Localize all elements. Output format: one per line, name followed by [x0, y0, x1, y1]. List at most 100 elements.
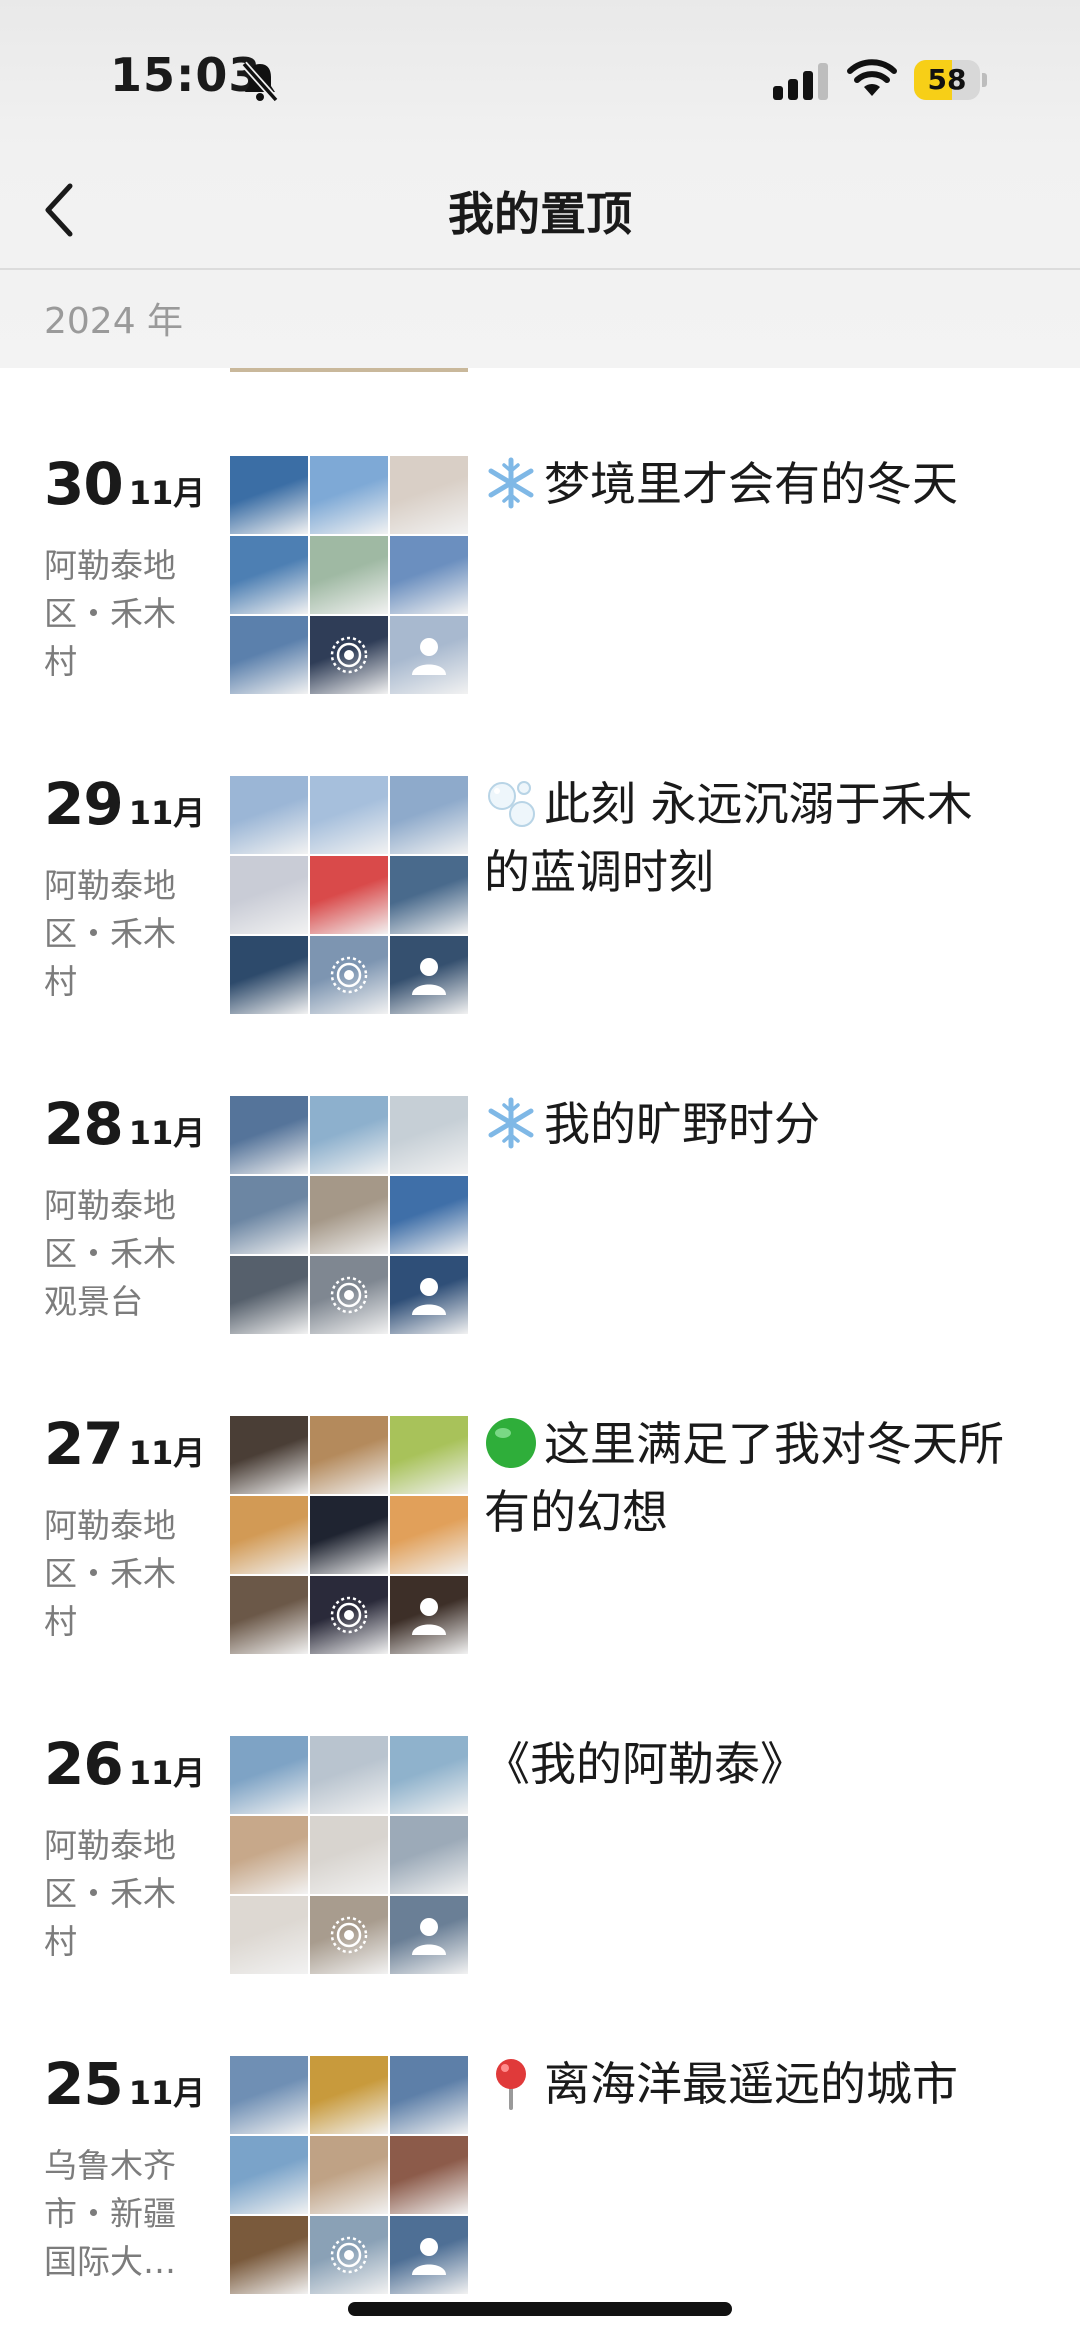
photo-thumbnail[interactable] — [230, 1496, 308, 1574]
live-photo-icon — [330, 956, 368, 994]
photo-thumbnail[interactable] — [390, 536, 468, 614]
live-photo-icon — [330, 1916, 368, 1954]
pinned-post[interactable]: 30 11月 阿勒泰地区・禾木村 梦境里才会有的冬天 — [0, 450, 1080, 770]
photo-thumbnail[interactable] — [390, 2056, 468, 2134]
photo-grid[interactable] — [230, 1416, 468, 1654]
photo-grid[interactable] — [230, 776, 468, 1014]
post-date: 27 11月 — [44, 1410, 205, 1478]
post-month: 11月 — [128, 1114, 206, 1152]
photo-thumbnail[interactable] — [310, 616, 388, 694]
post-caption[interactable]: 我的旷野时分 — [484, 1090, 1004, 1158]
green-circle-icon — [484, 1416, 538, 1470]
photo-thumbnail[interactable] — [310, 2216, 388, 2294]
photo-thumbnail[interactable] — [310, 1096, 388, 1174]
photo-thumbnail[interactable] — [390, 456, 468, 534]
pinned-post-list[interactable]: 30 11月 阿勒泰地区・禾木村 梦境里才会有的冬天 29 11月 阿勒泰地区・禾木村 此刻 … — [0, 364, 1080, 2341]
post-caption[interactable]: 离海洋最遥远的城市 — [484, 2050, 1004, 2118]
photo-thumbnail[interactable] — [310, 1736, 388, 1814]
post-caption[interactable]: 梦境里才会有的冬天 — [484, 450, 1004, 518]
post-date: 26 11月 — [44, 1730, 205, 1798]
post-caption[interactable]: 此刻 永远沉溺于禾木的蓝调时刻 — [484, 770, 1004, 906]
photo-grid[interactable] — [230, 456, 468, 694]
photo-thumbnail[interactable] — [390, 2216, 468, 2294]
pinned-post[interactable]: 26 11月 阿勒泰地区・禾木村 《我的阿勒泰》 — [0, 1730, 1080, 2050]
photo-thumbnail[interactable] — [230, 616, 308, 694]
photo-thumbnail[interactable] — [390, 1416, 468, 1494]
post-month: 11月 — [128, 1754, 206, 1792]
pinned-post[interactable]: 25 11月 乌鲁木齐市・新疆国际大… 离海洋最遥远的城市 — [0, 2050, 1080, 2341]
photo-thumbnail[interactable] — [230, 1096, 308, 1174]
photo-thumbnail[interactable] — [310, 1176, 388, 1254]
post-day: 25 — [44, 2050, 124, 2118]
photo-thumbnail[interactable] — [230, 2136, 308, 2214]
page-title: 我的置顶 — [448, 187, 632, 241]
photo-thumbnail[interactable] — [230, 2056, 308, 2134]
photo-thumbnail[interactable] — [310, 1576, 388, 1654]
photo-thumbnail[interactable] — [310, 2056, 388, 2134]
photo-thumbnail[interactable] — [230, 1896, 308, 1974]
photo-thumbnail[interactable] — [230, 1256, 308, 1334]
person-silhouette-icon — [412, 1918, 446, 1955]
photo-thumbnail[interactable] — [230, 776, 308, 854]
post-month: 11月 — [128, 2074, 206, 2112]
photo-thumbnail[interactable] — [230, 1416, 308, 1494]
photo-thumbnail[interactable] — [390, 776, 468, 854]
photo-thumbnail[interactable] — [390, 856, 468, 934]
photo-thumbnail[interactable] — [390, 1496, 468, 1574]
pinned-post[interactable]: 28 11月阿勒泰地区・禾木观景台 我的旷野时分 — [0, 1090, 1080, 1410]
photo-thumbnail[interactable] — [310, 1816, 388, 1894]
photo-thumbnail[interactable] — [310, 536, 388, 614]
post-date: 30 11月 — [44, 450, 205, 518]
photo-thumbnail[interactable] — [390, 1816, 468, 1894]
post-date: 28 11月 — [44, 1090, 205, 1158]
live-photo-icon — [330, 1596, 368, 1634]
photo-grid[interactable] — [230, 1736, 468, 1974]
photo-thumbnail[interactable] — [230, 1816, 308, 1894]
post-date: 25 11月 — [44, 2050, 205, 2118]
photo-thumbnail[interactable] — [310, 776, 388, 854]
photo-thumbnail[interactable] — [390, 616, 468, 694]
post-caption[interactable]: 《我的阿勒泰》 — [484, 1730, 1004, 1798]
pinned-post[interactable]: 29 11月 阿勒泰地区・禾木村 此刻 永远沉溺于禾木的蓝调时刻 — [0, 770, 1080, 1090]
photo-thumbnail[interactable] — [390, 1256, 468, 1334]
photo-thumbnail[interactable] — [390, 1896, 468, 1974]
post-month: 11月 — [128, 1434, 206, 1472]
photo-thumbnail[interactable] — [230, 2216, 308, 2294]
photo-thumbnail[interactable] — [390, 936, 468, 1014]
photo-thumbnail[interactable] — [310, 936, 388, 1014]
photo-thumbnail[interactable] — [390, 2136, 468, 2214]
photo-thumbnail[interactable] — [230, 536, 308, 614]
photo-thumbnail[interactable] — [310, 1896, 388, 1974]
battery-percent: 58 — [927, 63, 967, 96]
photo-thumbnail[interactable] — [310, 2136, 388, 2214]
photo-thumbnail[interactable] — [310, 1496, 388, 1574]
photo-thumbnail[interactable] — [310, 456, 388, 534]
battery-indicator: 58 — [914, 60, 988, 100]
home-indicator[interactable] — [348, 2302, 732, 2316]
photo-thumbnail[interactable] — [230, 456, 308, 534]
person-silhouette-icon — [412, 2238, 446, 2275]
post-location: 阿勒泰地区・禾木观景台 — [44, 1186, 176, 1321]
photo-thumbnail[interactable] — [230, 936, 308, 1014]
photo-thumbnail[interactable] — [310, 1416, 388, 1494]
header: 15:03 58 我的置顶 2024 年 — [0, 0, 1080, 368]
post-caption[interactable]: 这里满足了我对冬天所有的幻想 — [484, 1410, 1004, 1546]
post-day: 29 — [44, 770, 124, 838]
photo-thumbnail[interactable] — [390, 1576, 468, 1654]
photo-thumbnail[interactable] — [230, 856, 308, 934]
photo-thumbnail[interactable] — [310, 1256, 388, 1334]
photo-grid[interactable] — [230, 1096, 468, 1334]
photo-thumbnail[interactable] — [390, 1736, 468, 1814]
post-caption-text: 此刻 永远沉溺于禾木的蓝调时刻 — [484, 777, 973, 899]
post-month: 11月 — [128, 794, 206, 832]
photo-thumbnail[interactable] — [310, 856, 388, 934]
post-day: 28 — [44, 1090, 124, 1158]
photo-thumbnail[interactable] — [390, 1096, 468, 1174]
photo-thumbnail[interactable] — [230, 1176, 308, 1254]
photo-thumbnail[interactable] — [390, 1176, 468, 1254]
photo-thumbnail[interactable] — [230, 1736, 308, 1814]
photo-thumbnail[interactable] — [230, 1576, 308, 1654]
photo-grid[interactable] — [230, 2056, 468, 2294]
pinned-post[interactable]: 27 11月 阿勒泰地区・禾木村 这里满足了我对冬天所有的幻想 — [0, 1410, 1080, 1730]
person-silhouette-icon — [412, 1598, 446, 1635]
